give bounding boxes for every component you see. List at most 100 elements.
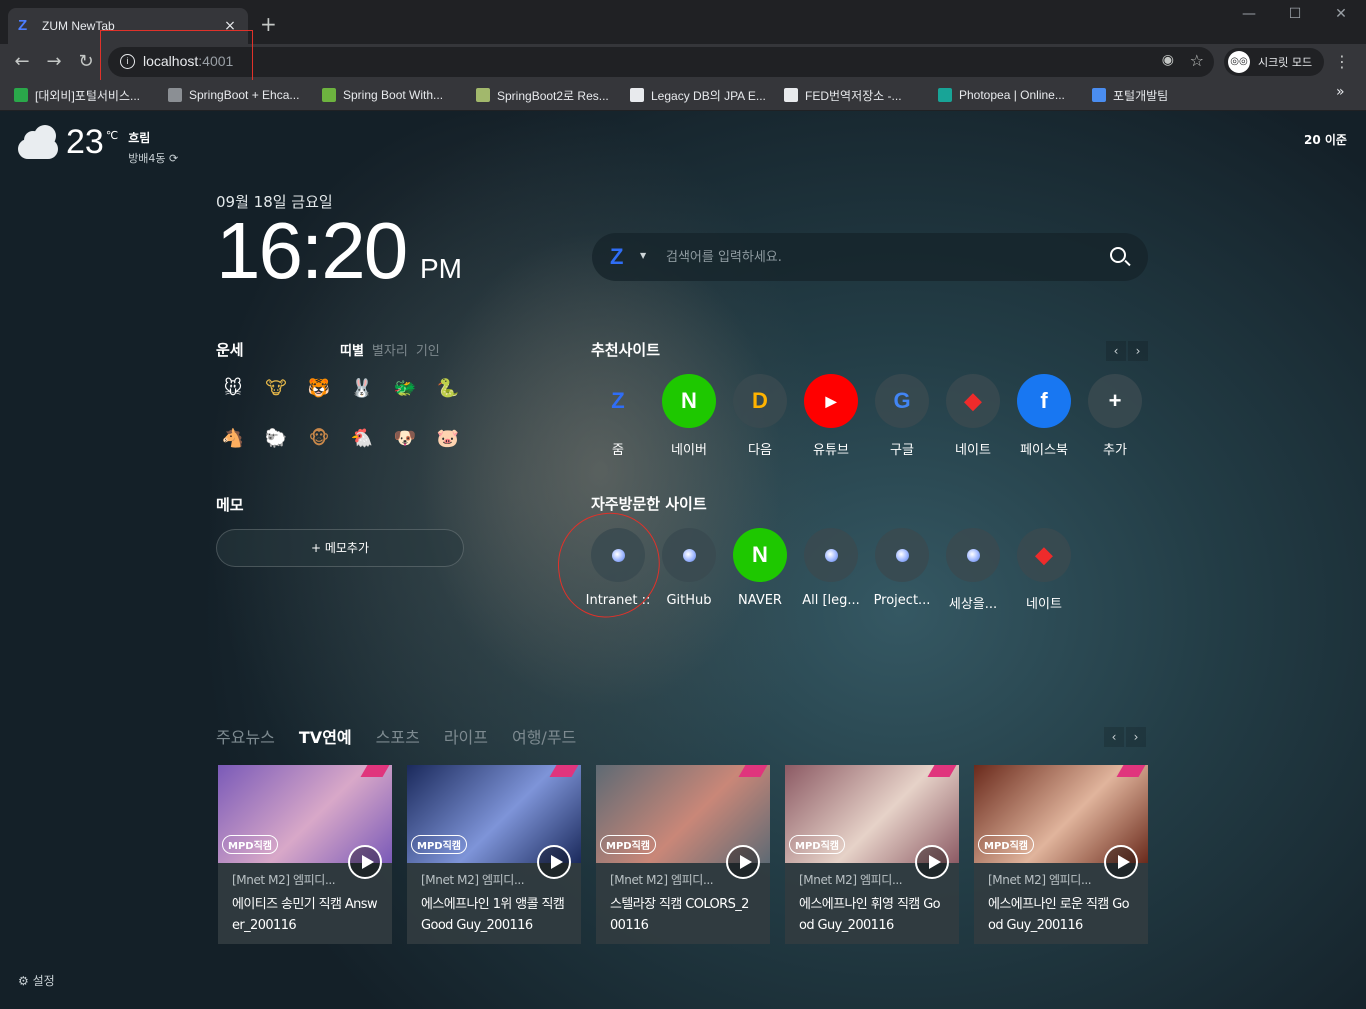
zodiac-animal-icon[interactable]: 🐵 — [304, 424, 334, 454]
tracking-eye-off-icon[interactable]: ◉ — [1162, 52, 1174, 68]
site-logo-icon: G — [875, 374, 929, 428]
news-card[interactable]: MPD직캠 [Mnet M2] 엠피디... 스텔라장 직캠 COLORS_2001… — [596, 765, 770, 944]
back-button[interactable]: ← — [10, 50, 34, 74]
engine-dropdown-icon[interactable]: ▼ — [640, 251, 646, 260]
play-icon[interactable] — [537, 845, 571, 879]
bookmark-label: FED번역저장소 -... — [805, 88, 902, 103]
incognito-indicator[interactable]: ◎◎ 시크릿 모드 — [1224, 48, 1325, 76]
recommended-prev-button[interactable]: ‹ — [1106, 341, 1126, 361]
zodiac-animal-icon[interactable]: 🐰 — [347, 374, 377, 404]
news-card[interactable]: MPD직캠 [Mnet M2] 엠피디... 에스에프나인 로운 직캠 Good G… — [974, 765, 1148, 944]
maximize-button[interactable]: ☐ — [1272, 6, 1318, 22]
news-tab[interactable]: TV연예 — [299, 724, 352, 748]
close-window-button[interactable]: ✕ — [1318, 6, 1364, 22]
bookmark-item[interactable]: Legacy DB의 JPA E... — [630, 86, 766, 104]
play-icon[interactable] — [915, 845, 949, 879]
bookmark-favicon-icon — [14, 88, 28, 102]
previous-button[interactable]: 20 이준 — [1304, 131, 1347, 148]
recommended-site[interactable]: N 네이버 — [654, 374, 724, 458]
reload-button[interactable]: ↻ — [74, 50, 98, 74]
fortune-title: 운세 — [216, 341, 244, 359]
zodiac-animal-icon[interactable]: 🐴 — [218, 424, 248, 454]
add-memo-button[interactable]: + 메모추가 — [216, 529, 464, 567]
bookmark-item[interactable]: SpringBoot2로 Res... — [476, 86, 609, 104]
recommended-site[interactable]: ◆ 네이트 — [938, 374, 1008, 458]
news-thumbnail: MPD직캠 — [407, 765, 581, 879]
bookmark-item[interactable]: SpringBoot + Ehca... — [168, 86, 299, 104]
frequent-site[interactable]: GitHub — [654, 528, 724, 608]
news-tab[interactable]: 라이프 — [444, 724, 488, 748]
news-title: 에이티즈 송민기 직캠 Answer_200116 — [232, 897, 378, 933]
news-title: 에스에프나인 1위 앵콜 직캠 Good Guy_200116 — [421, 897, 565, 933]
zodiac-animal-icon[interactable]: 🐭 — [218, 374, 248, 404]
bookmark-label: SpringBoot2로 Res... — [497, 88, 609, 103]
temperature: 23 — [66, 123, 104, 161]
frequent-title: 자주방문한 사이트 — [591, 495, 707, 513]
news-card[interactable]: MPD직캠 [Mnet M2] 엠피디... 에이티즈 송민기 직캠 Answer_… — [218, 765, 392, 944]
bookmark-item[interactable]: Photopea | Online... — [938, 86, 1065, 104]
zodiac-animal-icon[interactable]: 🐍 — [433, 374, 463, 404]
bookmark-favicon-icon — [476, 88, 490, 102]
mpd-logo: MPD직캠 — [978, 835, 1034, 854]
bookmarks-overflow-icon[interactable]: » — [1336, 84, 1345, 100]
bookmark-favicon-icon — [938, 88, 952, 102]
play-icon[interactable] — [1104, 845, 1138, 879]
recommended-site[interactable]: + 추가 — [1080, 374, 1150, 458]
bookmark-item[interactable]: Spring Boot With... — [322, 86, 443, 104]
site-logo-icon: Z — [611, 388, 625, 413]
globe-icon — [895, 548, 909, 562]
play-icon[interactable] — [348, 845, 382, 879]
bookmark-item[interactable]: [대외비]포털서비스... — [14, 86, 140, 104]
news-tab[interactable]: 주요뉴스 — [216, 724, 275, 748]
zodiac-animal-icon[interactable]: 🐶 — [390, 424, 420, 454]
mpd-logo: MPD직캠 — [600, 835, 656, 854]
forward-button[interactable]: → — [42, 50, 66, 74]
recommended-site[interactable]: Z줌 — [583, 374, 653, 458]
browser-menu-icon[interactable]: ⋮ — [1334, 52, 1350, 71]
frequent-site[interactable]: All [leg... — [796, 528, 866, 608]
news-tab[interactable]: 여행/푸드 — [512, 724, 576, 748]
news-tab[interactable]: 스포츠 — [376, 724, 420, 748]
recommended-site[interactable]: G 구글 — [867, 374, 937, 458]
search-icon[interactable] — [1110, 247, 1126, 263]
bookmark-item[interactable]: FED번역저장소 -... — [784, 86, 902, 104]
globe-icon — [875, 528, 929, 582]
zum-favicon-icon: Z — [18, 17, 28, 34]
zodiac-animal-icon[interactable]: 🐷 — [433, 424, 463, 454]
search-engine-logo-icon[interactable]: Z — [610, 244, 623, 270]
address-bar[interactable]: i localhost:4001 ◉ ☆ — [108, 47, 1214, 77]
zodiac-animal-icon[interactable]: 🐲 — [390, 374, 420, 404]
news-card[interactable]: MPD직캠 [Mnet M2] 엠피디... 에스에프나인 1위 앵콜 직캠 Goo… — [407, 765, 581, 944]
clock-time: 16:20 — [216, 206, 408, 295]
zodiac-animal-icon[interactable]: 🐮 — [261, 374, 291, 404]
zodiac-animal-icon[interactable]: 🐑 — [261, 424, 291, 454]
zodiac-animal-icon[interactable]: 🐔 — [347, 424, 377, 454]
recommended-site[interactable]: D 다음 — [725, 374, 795, 458]
minimize-button[interactable]: — — [1226, 6, 1272, 22]
fortune-tab-other[interactable]: 기인 — [416, 340, 440, 359]
site-logo-icon: f — [1017, 374, 1071, 428]
new-tab-button[interactable]: + — [260, 14, 277, 34]
site-label: 구글 — [890, 443, 914, 458]
zodiac-animal-icon[interactable]: 🐯 — [304, 374, 334, 404]
news-card[interactable]: MPD직캠 [Mnet M2] 엠피디... 에스에프나인 휘영 직캠 Good G… — [785, 765, 959, 944]
frequent-site[interactable]: 세상을... — [938, 528, 1008, 612]
frequent-site[interactable]: N NAVER — [725, 528, 795, 608]
settings-button[interactable]: ⚙ 설정 — [18, 972, 55, 989]
news-prev-button[interactable]: ‹ — [1104, 727, 1124, 747]
recommended-next-button[interactable]: › — [1128, 341, 1148, 361]
weather-location[interactable]: 방배4동 ⟳ — [128, 150, 178, 166]
bookmark-star-icon[interactable]: ☆ — [1190, 51, 1204, 70]
bookmark-item[interactable]: 포털개발팀 — [1092, 86, 1168, 104]
recommended-site[interactable]: ▶ 유튜브 — [796, 374, 866, 458]
play-icon[interactable] — [726, 845, 760, 879]
frequent-site[interactable]: ◆ 네이트 — [1009, 528, 1079, 612]
fortune-tab-zodiac-animal[interactable]: 띠별 — [340, 340, 364, 359]
search-input[interactable] — [666, 245, 1086, 269]
frequent-site[interactable]: Project... — [867, 528, 937, 608]
globe-icon — [824, 548, 838, 562]
news-next-button[interactable]: › — [1126, 727, 1146, 747]
fortune-tab-constellation[interactable]: 별자리 — [372, 340, 408, 359]
recommended-site[interactable]: f 페이스북 — [1009, 374, 1079, 458]
weather-widget[interactable]: 23 ℃ 흐림 방배4동 ⟳ — [16, 123, 178, 166]
